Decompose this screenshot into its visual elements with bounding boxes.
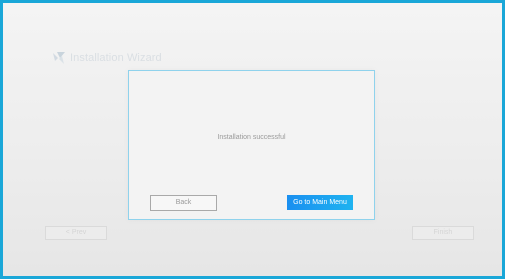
wizard-title: Installation Wizard: [70, 52, 162, 64]
wizard-header: Installation Wizard: [51, 50, 162, 66]
wizard-screen: Installation Wizard < Prev Finish Instal…: [3, 3, 502, 276]
go-to-main-menu-button[interactable]: Go to Main Menu: [287, 195, 353, 210]
back-button[interactable]: Back: [150, 195, 217, 211]
installation-status-message: Installation successful: [217, 134, 286, 141]
installation-result-dialog: Installation successful Back Go to Main …: [128, 70, 375, 220]
finish-button: Finish: [412, 226, 474, 240]
wizard-logo-icon: [53, 52, 65, 64]
prev-button: < Prev: [45, 226, 107, 240]
